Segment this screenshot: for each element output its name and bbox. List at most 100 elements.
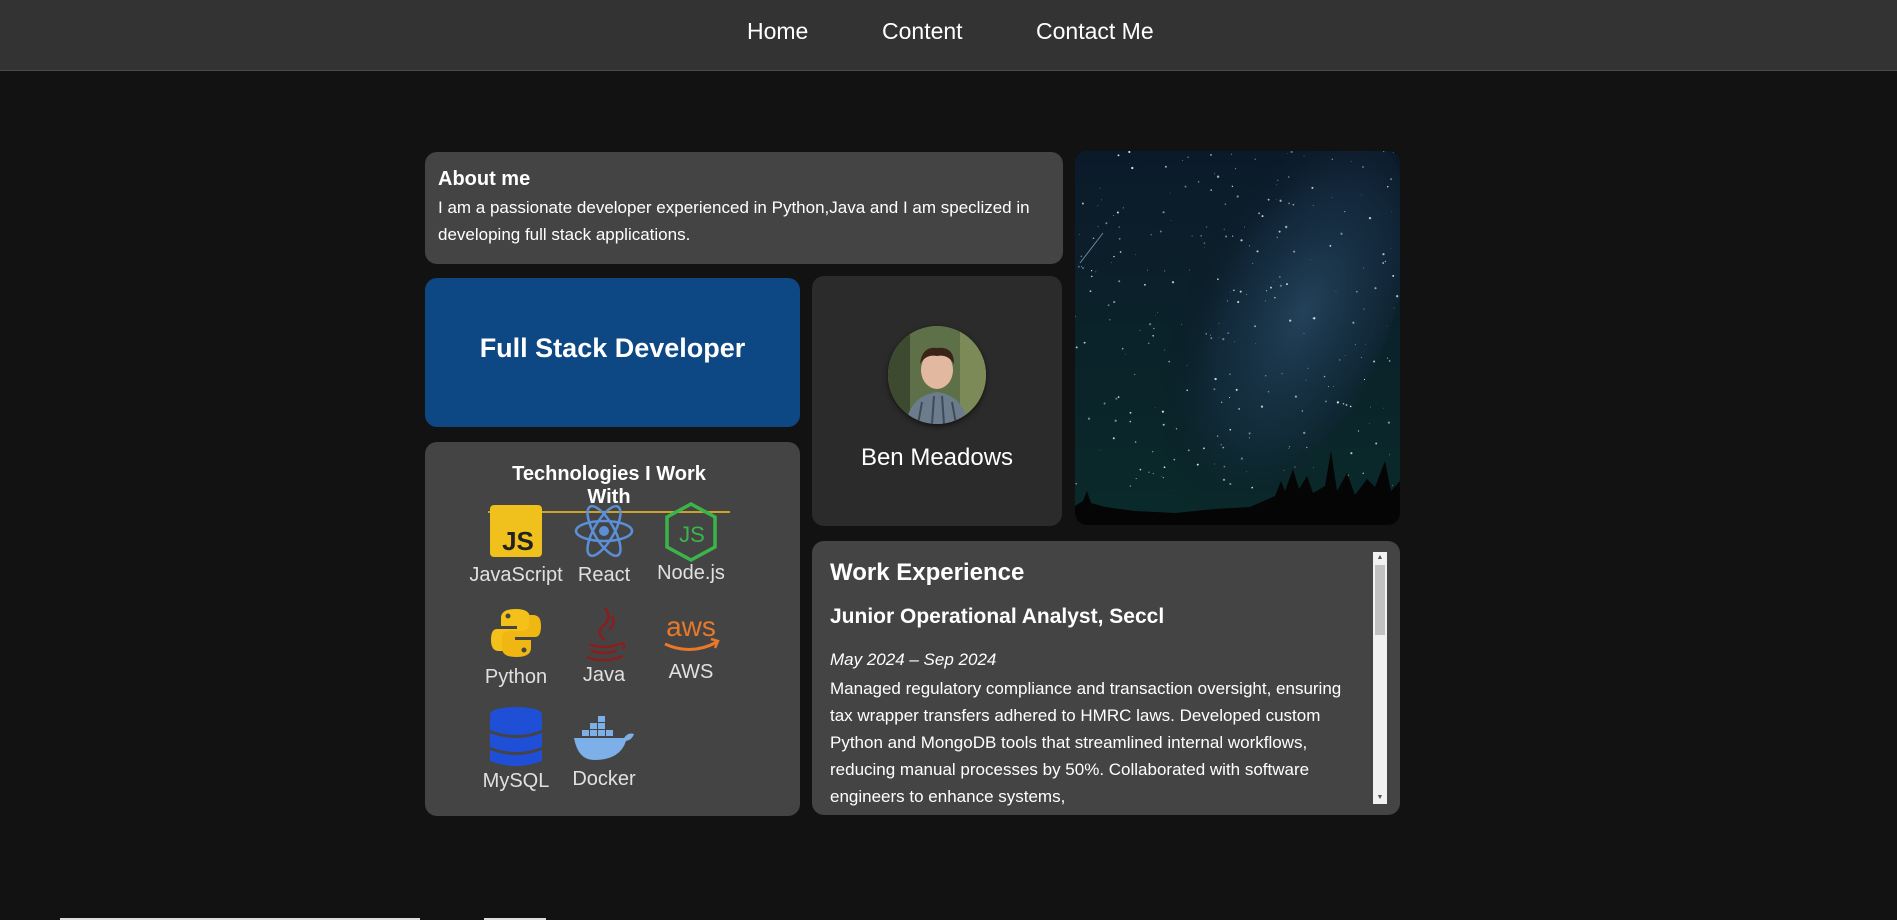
star bbox=[1175, 428, 1178, 430]
tech-item-nodejs: JS Node.js bbox=[641, 502, 741, 585]
star bbox=[1312, 205, 1314, 206]
star bbox=[1135, 478, 1137, 480]
star bbox=[1230, 291, 1231, 293]
star bbox=[1270, 286, 1272, 289]
nav-content-link[interactable]: Content bbox=[882, 18, 963, 45]
star bbox=[1279, 276, 1281, 278]
star bbox=[1155, 314, 1156, 316]
star bbox=[1151, 450, 1154, 453]
star bbox=[1113, 300, 1116, 304]
star bbox=[1374, 287, 1377, 290]
star bbox=[1267, 198, 1270, 201]
star bbox=[1391, 210, 1393, 212]
star bbox=[1186, 389, 1188, 392]
star bbox=[1392, 274, 1395, 277]
star bbox=[1344, 210, 1346, 213]
star bbox=[1223, 465, 1226, 468]
star bbox=[1392, 152, 1394, 154]
star bbox=[1107, 304, 1110, 307]
star bbox=[1159, 230, 1162, 233]
star bbox=[1081, 202, 1084, 205]
star bbox=[1213, 388, 1216, 391]
star bbox=[1290, 151, 1292, 153]
scroll-up-arrow-icon[interactable]: ▲ bbox=[1373, 552, 1387, 564]
aws-icon: aws bbox=[664, 611, 720, 651]
star bbox=[1148, 323, 1152, 326]
star bbox=[1089, 290, 1092, 293]
star bbox=[1350, 161, 1352, 162]
nav-home-link[interactable]: Home bbox=[747, 18, 808, 45]
star bbox=[1083, 341, 1086, 344]
star bbox=[1383, 407, 1385, 409]
star bbox=[1091, 275, 1093, 278]
star bbox=[1218, 322, 1220, 324]
star bbox=[1338, 359, 1341, 361]
star bbox=[1200, 235, 1202, 237]
star bbox=[1187, 156, 1189, 158]
star bbox=[1365, 343, 1366, 345]
star bbox=[1218, 337, 1220, 339]
star bbox=[1240, 239, 1243, 242]
star bbox=[1075, 346, 1078, 349]
star bbox=[1222, 446, 1225, 449]
star bbox=[1331, 197, 1333, 198]
star bbox=[1350, 452, 1353, 455]
star bbox=[1223, 228, 1225, 230]
tech-label: Docker bbox=[572, 768, 636, 790]
star bbox=[1162, 476, 1165, 479]
tech-item-aws: aws AWS bbox=[641, 608, 741, 684]
tech-item-javascript: JS JavaScript bbox=[466, 504, 566, 587]
star bbox=[1099, 450, 1101, 451]
about-card: About me I am a passionate developer exp… bbox=[425, 152, 1063, 264]
starry-sky-image bbox=[1075, 151, 1400, 525]
job-position: Junior Operational Analyst, Seccl bbox=[830, 605, 1165, 628]
scroll-thumb[interactable] bbox=[1375, 565, 1385, 635]
star bbox=[1125, 354, 1126, 355]
star bbox=[1333, 386, 1335, 387]
star bbox=[1092, 237, 1095, 240]
star bbox=[1139, 468, 1142, 471]
star bbox=[1272, 281, 1274, 282]
job-dates: May 2024 – Sep 2024 bbox=[830, 650, 997, 669]
nav-contact-link[interactable]: Contact Me bbox=[1036, 18, 1154, 45]
star bbox=[1154, 407, 1156, 408]
star bbox=[1114, 419, 1117, 422]
star bbox=[1288, 202, 1291, 205]
star bbox=[1164, 270, 1166, 272]
about-title: About me bbox=[438, 168, 531, 190]
star bbox=[1313, 317, 1316, 320]
star bbox=[1260, 405, 1264, 408]
work-experience-card[interactable]: Work Experience Junior Operational Analy… bbox=[812, 541, 1400, 815]
star bbox=[1229, 373, 1231, 375]
star bbox=[1187, 449, 1190, 452]
star bbox=[1131, 166, 1134, 170]
star bbox=[1135, 254, 1136, 255]
star bbox=[1233, 289, 1235, 292]
work-scrollbar[interactable]: ▲ ▼ bbox=[1373, 552, 1387, 804]
star bbox=[1202, 447, 1205, 450]
star bbox=[1292, 203, 1295, 206]
java-icon bbox=[586, 607, 626, 662]
scroll-down-arrow-icon[interactable]: ▼ bbox=[1373, 792, 1387, 804]
star bbox=[1335, 290, 1337, 292]
star bbox=[1246, 471, 1247, 473]
star bbox=[1162, 423, 1165, 426]
avatar bbox=[888, 326, 986, 424]
star bbox=[1384, 260, 1387, 263]
star bbox=[1101, 199, 1103, 201]
star bbox=[1244, 226, 1245, 228]
star bbox=[1328, 386, 1329, 388]
work-title: Work Experience bbox=[830, 559, 1025, 586]
tech-label: AWS bbox=[668, 661, 714, 683]
star bbox=[1289, 446, 1291, 448]
star bbox=[1134, 374, 1136, 376]
star bbox=[1292, 151, 1293, 153]
star bbox=[1188, 269, 1190, 271]
star bbox=[1388, 360, 1391, 362]
star bbox=[1152, 473, 1154, 475]
star bbox=[1387, 185, 1389, 188]
star bbox=[1214, 173, 1216, 175]
star bbox=[1311, 186, 1314, 189]
tech-label: React bbox=[577, 564, 631, 586]
star bbox=[1301, 410, 1304, 412]
